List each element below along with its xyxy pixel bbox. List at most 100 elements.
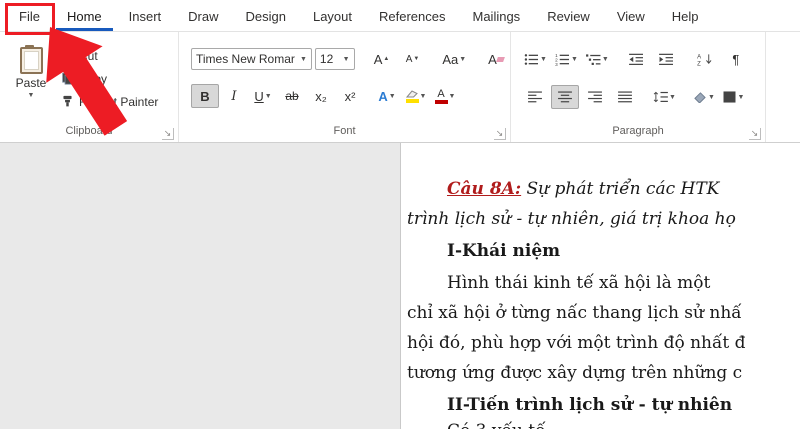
svg-text:A: A [697, 54, 701, 60]
text-effects-label: A [378, 88, 388, 104]
clear-formatting-label: A [488, 51, 497, 67]
bold-button[interactable]: B [191, 84, 219, 108]
numbering-button[interactable]: 123 ▼ [552, 47, 581, 71]
svg-text:Z: Z [697, 61, 701, 65]
highlight-color-button[interactable]: ▼ [402, 84, 430, 108]
align-center-icon [558, 91, 572, 103]
document-line: trình lịch sử - tự nhiên, giá trị khoa h… [407, 209, 736, 229]
paragraph-group: ▼ 123 ▼ ▼ AZ ¶ ▼ ▼ ▼ Paragraph ↘ [511, 32, 766, 142]
line-spacing-button[interactable]: ▼ [650, 85, 679, 109]
paint-bucket-icon [694, 92, 706, 103]
font-name-combobox[interactable]: Times New Romar ▼ [191, 48, 312, 70]
chevron-down-icon: ▼ [540, 55, 547, 63]
font-dialog-launcher-icon[interactable]: ↘ [494, 128, 506, 140]
align-left-icon [528, 91, 542, 103]
multilevel-list-button[interactable]: ▼ [583, 47, 612, 71]
ribbon-tab-bar: File Home Insert Draw Design Layout Refe… [0, 0, 800, 32]
bullets-button[interactable]: ▼ [521, 47, 550, 71]
chevron-down-icon: ▼ [27, 92, 35, 99]
clipboard-dialog-launcher-icon[interactable]: ↘ [162, 128, 174, 140]
paragraph-dialog-launcher-icon[interactable]: ↘ [749, 128, 761, 140]
shading-button[interactable]: ▼ [690, 85, 718, 109]
clear-formatting-button[interactable]: A [482, 47, 510, 71]
numbered-list-icon: 123 [555, 53, 569, 66]
align-left-button[interactable] [521, 85, 549, 109]
document-line: hội đó, phù hợp với một trình độ nhất đ [407, 333, 746, 353]
chevron-down-icon: ▼ [419, 92, 427, 100]
tab-insert[interactable]: Insert [118, 2, 173, 31]
grow-font-label: A [373, 51, 383, 67]
font-name-value: Times New Romar [196, 52, 295, 66]
shrink-font-label: A [405, 53, 413, 65]
justify-icon [618, 91, 632, 103]
font-color-button[interactable]: A ▼ [431, 84, 459, 108]
increase-indent-button[interactable] [653, 47, 681, 71]
align-center-button[interactable] [551, 85, 579, 109]
document-heading-2: II-Tiến trình lịch sử - tự nhiên [447, 395, 733, 415]
chevron-down-icon: ▼ [299, 55, 307, 63]
superscript-button[interactable]: x² [336, 84, 364, 108]
grow-font-button[interactable]: A ▲ [368, 47, 396, 71]
word-app-window: File Home Insert Draw Design Layout Refe… [0, 0, 800, 429]
paragraph-group-label: Paragraph [612, 125, 664, 137]
shrink-font-button[interactable]: A ▼ [399, 47, 427, 71]
change-case-button[interactable]: Aa ▼ [439, 47, 469, 71]
bulleted-list-icon [524, 53, 538, 65]
tab-mailings[interactable]: Mailings [462, 2, 532, 31]
eraser-icon [495, 56, 505, 62]
svg-text:3: 3 [555, 62, 558, 66]
document-line: chỉ xã hội ở từng nấc thang lịch sử nhấ [407, 303, 742, 323]
chevron-down-icon: ▼ [601, 55, 609, 63]
align-right-button[interactable] [581, 85, 609, 109]
justify-button[interactable] [611, 85, 639, 109]
document-title-line: Câu 8A: Sự phát triển các HTK [447, 179, 719, 199]
font-group: Times New Romar ▼ 12 ▼ A ▲ A ▼ Aa ▼ A B I U… [179, 32, 511, 142]
show-formatting-marks-button[interactable]: ¶ [722, 47, 750, 71]
underline-button[interactable]: U ▼ [249, 84, 277, 108]
decrease-indent-button[interactable] [623, 47, 651, 71]
multilevel-list-icon [585, 53, 601, 65]
tab-review[interactable]: Review [536, 2, 601, 31]
document-partial-line: Có 3 yếu tố [447, 421, 546, 429]
document-canvas: Câu 8A: Sự phát triển các HTK trình lịch… [0, 143, 800, 429]
document-page[interactable]: Câu 8A: Sự phát triển các HTK trình lịch… [400, 143, 800, 429]
font-color-icon: A [434, 88, 448, 104]
subscript-button[interactable]: x₂ [307, 84, 335, 108]
align-right-icon [588, 91, 602, 103]
document-line: Hình thái kinh tế xã hội là một [447, 273, 711, 293]
text-effects-button[interactable]: A ▼ [373, 84, 401, 108]
increase-indent-icon [659, 53, 674, 65]
borders-button[interactable]: ▼ [720, 85, 748, 109]
strikethrough-button[interactable]: ab [278, 84, 306, 108]
chevron-down-icon: ▼ [669, 93, 676, 101]
font-size-value: 12 [319, 52, 334, 66]
line-spacing-icon [653, 91, 668, 103]
file-tab-highlight-box [5, 3, 55, 35]
chevron-down-icon: ▼ [448, 92, 456, 100]
down-caret-icon: ▼ [413, 56, 420, 62]
italic-button[interactable]: I [220, 84, 248, 108]
document-heading-1: I-Khái niệm [447, 241, 561, 261]
tab-references[interactable]: References [368, 2, 456, 31]
title-lead-text: Câu 8A: [447, 179, 522, 199]
chevron-down-icon: ▼ [264, 92, 272, 100]
borders-grid-icon [723, 91, 736, 103]
chevron-down-icon: ▼ [570, 55, 578, 63]
chevron-down-icon: ▼ [737, 93, 745, 101]
highlighter-icon [405, 89, 419, 103]
tab-design[interactable]: Design [235, 2, 297, 31]
font-size-combobox[interactable]: 12 ▼ [314, 48, 355, 70]
tab-view[interactable]: View [606, 2, 656, 31]
chevron-down-icon: ▼ [459, 55, 467, 63]
tab-draw[interactable]: Draw [177, 2, 229, 31]
tab-help[interactable]: Help [661, 2, 710, 31]
paste-label: Paste [15, 76, 47, 90]
decrease-indent-icon [629, 53, 644, 65]
title-rest-text: Sự phát triển các HTK [521, 179, 720, 199]
sort-button[interactable]: AZ [692, 47, 720, 71]
tab-layout[interactable]: Layout [302, 2, 363, 31]
up-caret-icon: ▲ [383, 56, 390, 62]
font-group-label: Font [333, 125, 356, 137]
chevron-down-icon: ▼ [707, 93, 715, 101]
sort-az-icon: AZ [697, 53, 712, 66]
